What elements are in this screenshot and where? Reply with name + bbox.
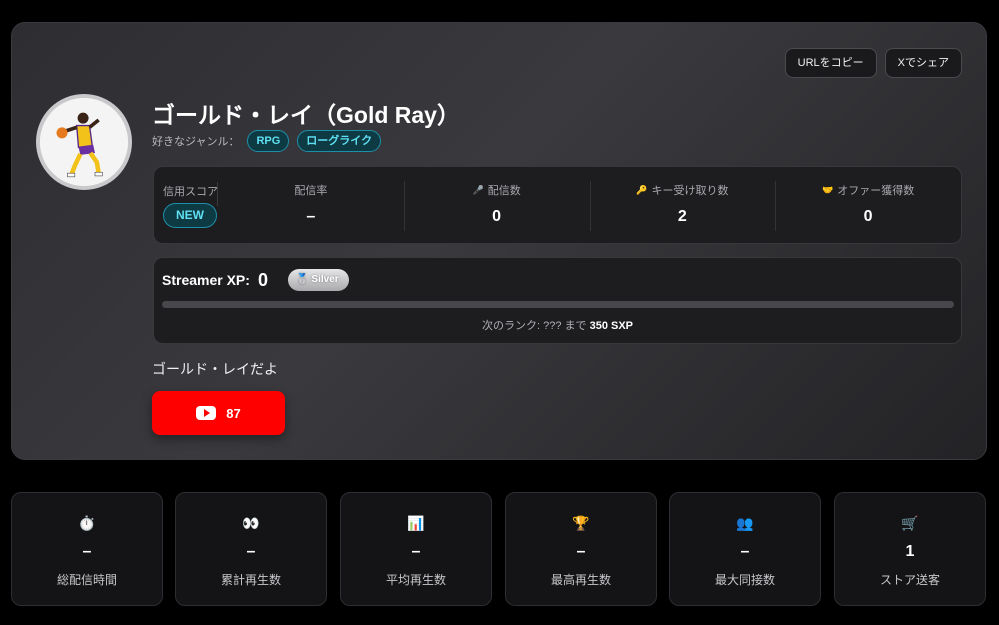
rank-name: Silver [311,274,339,285]
stream-rate-value: – [306,208,316,225]
share-actions: URLをコピー Xでシェア [784,48,962,78]
keys-received-label: キー受け取り数 [651,185,729,197]
stat-offers-won: 🤝 オファー獲得数 0 [775,167,961,243]
metric-store-referrals: 🛒 1 ストア送客 [834,492,986,606]
microphone-icon: 🎤 [472,184,484,195]
share-x-button[interactable]: Xでシェア [884,48,962,78]
stat-keys-received: 🔑 キー受け取り数 2 [589,167,776,243]
metric-value: – [246,543,256,560]
youtube-button[interactable]: 87 [152,391,285,435]
metric-max-views: 🏆 – 最高再生数 [505,492,657,606]
xp-progress-bar [162,301,954,308]
stream-count-label: 配信数 [487,185,521,197]
metric-value: – [411,543,421,560]
credit-new-badge: NEW [163,203,217,228]
bio-text: ゴールド・レイだよ [152,361,278,377]
next-rank-amount: 350 SXP [589,320,633,332]
metric-value: 1 [905,543,915,560]
stream-rate-label: 配信率 [294,185,328,197]
stat-stream-rate: 配信率 – [218,167,404,243]
xp-label: Streamer XP: [162,272,250,288]
offers-won-value: 0 [863,208,873,225]
xp-value: 0 [257,269,268,290]
people-icon: 👥 [736,515,754,531]
credit-score: 信用スコア NEW [154,167,218,243]
metric-value: – [82,543,92,560]
metric-total-stream-time: ⏱️ – 総配信時間 [11,492,163,606]
genre-row: 好きなジャンル： RPG ローグライク [152,130,382,152]
next-rank-prefix: 次のランク: ??? まで [481,320,587,332]
genre-label: 好きなジャンル： [152,136,240,148]
genre-tag-rpg[interactable]: RPG [247,130,290,152]
metric-value: – [740,543,750,560]
eyes-icon: 👀 [242,515,260,531]
rank-badge: 🥈 Silver [287,269,349,291]
metric-label: ストア送客 [879,573,940,587]
genre-tag-roguelike[interactable]: ローグライク [297,130,382,152]
metric-max-concurrent: 👥 – 最大同接数 [669,492,821,606]
trophy-icon: 🏆 [572,515,590,531]
next-rank-text: 次のランク: ??? まで 350 SXP [154,317,961,333]
stream-count-value: 0 [492,208,502,225]
credit-score-label: 信用スコア [163,186,218,198]
avatar [36,94,132,190]
cart-icon: 🛒 [901,515,919,531]
profile-card: URLをコピー Xでシェア ゴールド・レイ（Gold Ray） 好きなジャンル：… [11,22,987,460]
streamer-name: ゴールド・レイ（Gold Ray） [152,102,460,128]
metric-average-views: 📊 – 平均再生数 [340,492,492,606]
metric-label: 最大同接数 [714,573,775,587]
offers-won-label: オファー獲得数 [837,185,915,197]
copy-url-button[interactable]: URLをコピー [784,48,877,78]
key-icon: 🔑 [636,184,648,195]
xp-panel: Streamer XP: 0 🥈 Silver 次のランク: ??? まで 35… [153,257,962,344]
youtube-count: 87 [226,405,241,421]
metric-total-views: 👀 – 累計再生数 [175,492,327,606]
avatar-image [40,98,128,186]
medal-icon: 🥈 [295,274,309,285]
metric-label: 総配信時間 [56,573,117,587]
handshake-icon: 🤝 [822,184,834,195]
metric-value: – [576,543,586,560]
keys-received-value: 2 [677,208,687,225]
metric-label: 平均再生数 [385,573,446,587]
metric-label: 最高再生数 [550,573,611,587]
bar-chart-icon: 📊 [407,515,425,531]
metric-label: 累計再生数 [220,573,281,587]
stopwatch-icon: ⏱️ [78,515,96,531]
stats-panel: 信用スコア NEW 配信率 – 🎤 配信数 0 🔑 キー受け取り数 2 � [153,166,962,244]
youtube-icon [196,406,217,420]
stat-stream-count: 🎤 配信数 0 [403,167,590,243]
